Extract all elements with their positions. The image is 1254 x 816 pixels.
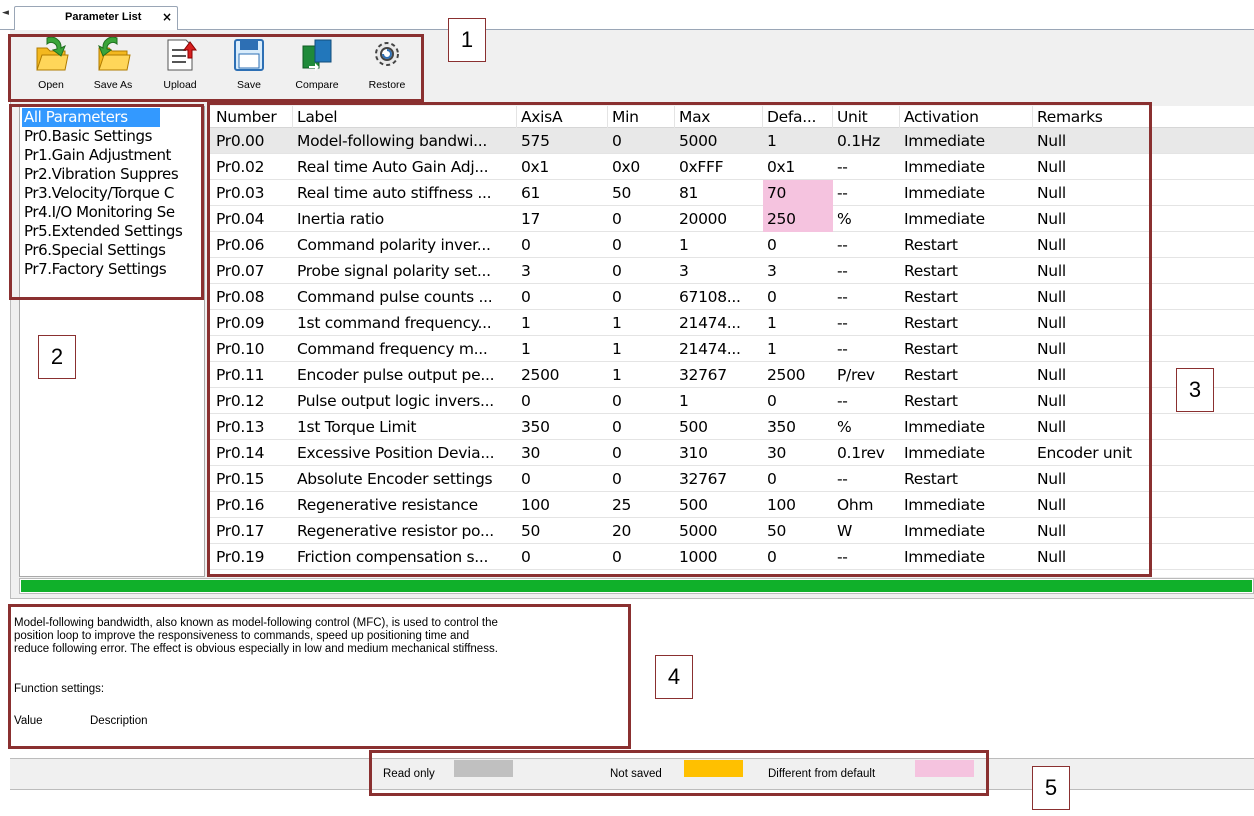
annotation-box-3: [207, 102, 1152, 577]
annotation-box-1: [8, 34, 424, 102]
annotation-number-5: 5: [1032, 766, 1070, 810]
annotation-number-2: 2: [38, 335, 76, 379]
tab-parameter-list[interactable]: Parameter List ×: [14, 6, 178, 30]
annotation-number-3: 3: [1176, 368, 1214, 412]
annotation-box-5: [369, 750, 989, 796]
annotation-box-4: [8, 604, 631, 749]
annotation-number-1: 1: [448, 18, 486, 62]
tab-bar: ◄ Parameter List ×: [0, 0, 1254, 30]
progress-bar: [19, 578, 1254, 594]
tab-close-icon[interactable]: ×: [162, 10, 172, 24]
annotation-number-4: 4: [655, 655, 693, 699]
annotation-box-2: [9, 104, 204, 300]
tab-scroll-left-icon[interactable]: ◄: [2, 8, 9, 18]
tab-label: Parameter List: [65, 11, 142, 23]
progress-fill: [21, 580, 1252, 592]
